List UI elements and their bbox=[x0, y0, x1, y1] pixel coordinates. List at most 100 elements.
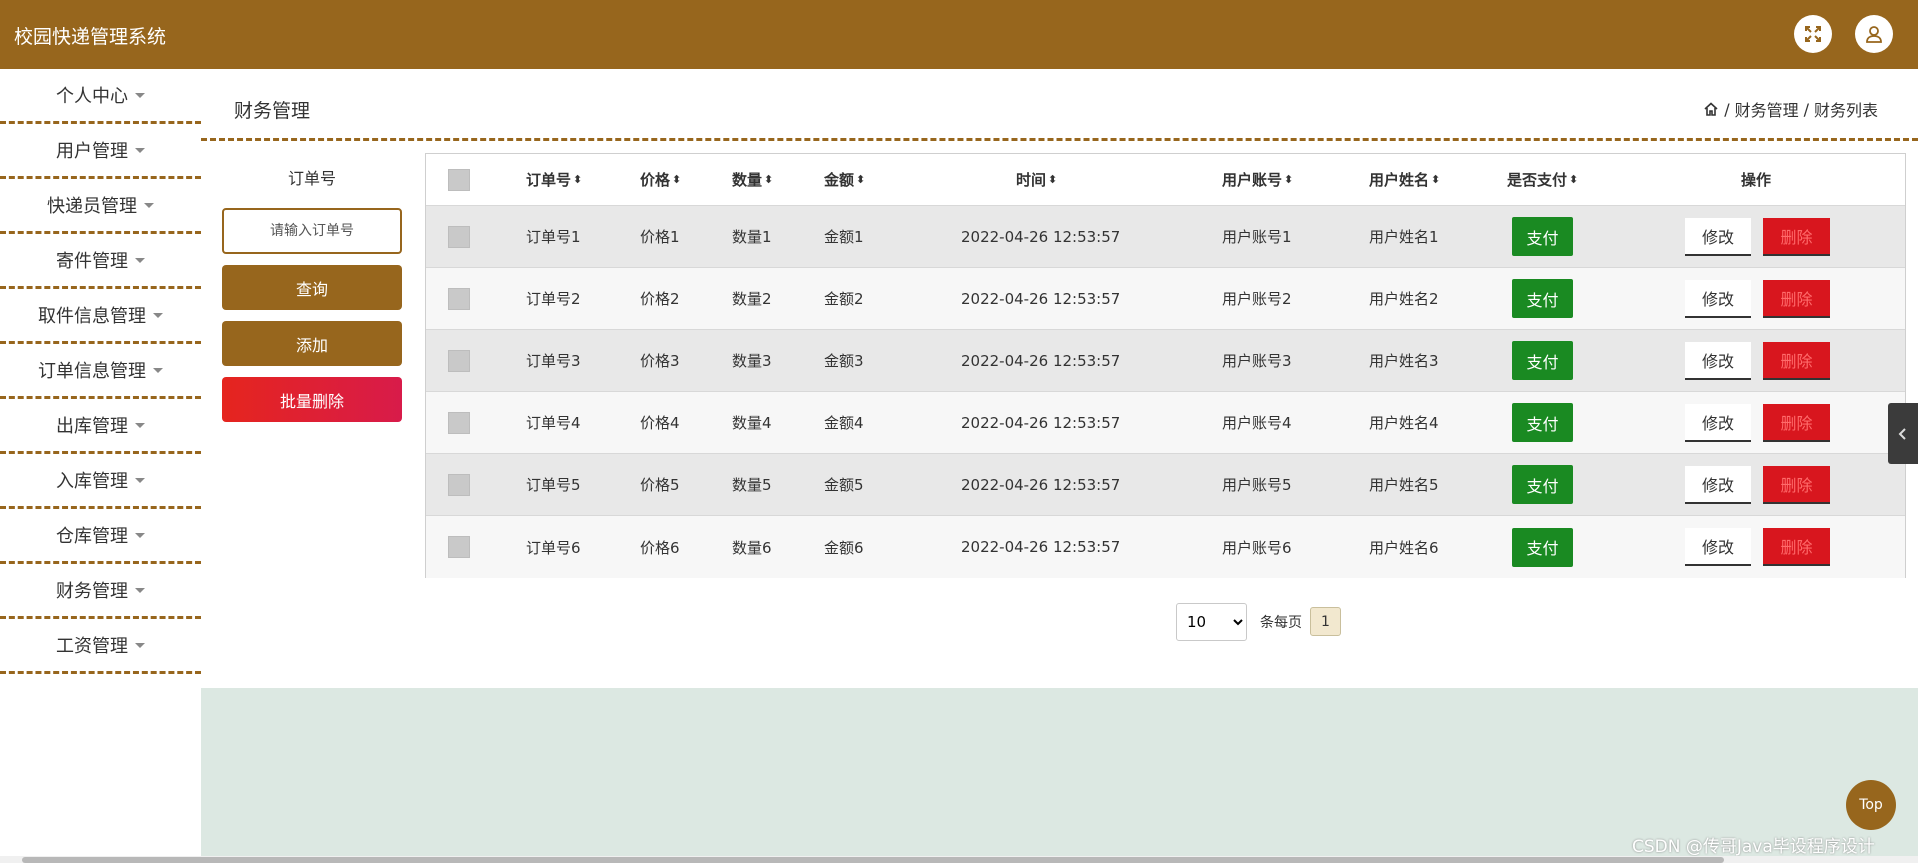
cell-quantity: 数量6 bbox=[732, 538, 772, 557]
cell-order-no: 订单号6 bbox=[526, 538, 581, 557]
delete-button[interactable]: 删除 bbox=[1763, 465, 1830, 504]
row-checkbox[interactable] bbox=[448, 473, 470, 496]
batch-delete-button[interactable]: 批量删除 bbox=[222, 377, 402, 422]
header-label: 时间 bbox=[1016, 171, 1047, 189]
home-icon[interactable] bbox=[1703, 101, 1719, 117]
breadcrumb-item[interactable]: 财务管理 bbox=[1735, 97, 1799, 121]
pay-button[interactable]: 支付 bbox=[1512, 403, 1573, 442]
breadcrumb: / 财务管理 / 财务列表 bbox=[1703, 97, 1878, 121]
delete-button[interactable]: 删除 bbox=[1763, 528, 1830, 566]
delete-button[interactable]: 删除 bbox=[1763, 279, 1830, 318]
fullscreen-button[interactable] bbox=[1794, 15, 1832, 53]
cell-delete: 删除 bbox=[1763, 392, 1830, 453]
row-checkbox[interactable] bbox=[448, 349, 470, 372]
row-checkbox[interactable] bbox=[448, 225, 470, 248]
pay-button[interactable]: 支付 bbox=[1512, 217, 1573, 256]
delete-button[interactable]: 删除 bbox=[1763, 341, 1830, 380]
cell-amount: 金额1 bbox=[824, 228, 864, 246]
table-row: 订单号4 价格4 数量4 金额4 2022-04-26 12:53:57 用户账… bbox=[426, 392, 1905, 454]
sidebar-item-user-management[interactable]: 用户管理 bbox=[0, 124, 201, 179]
row-checkbox[interactable] bbox=[448, 536, 470, 558]
cell-paid: 支付 bbox=[1512, 268, 1573, 329]
sidebar-item-inbound-management[interactable]: 入库管理 bbox=[0, 454, 201, 509]
sidebar-item-courier-management[interactable]: 快递员管理 bbox=[0, 179, 201, 234]
table-row: 订单号5 价格5 数量5 金额5 2022-04-26 12:53:57 用户账… bbox=[426, 454, 1905, 516]
sidebar-item-outbound-management[interactable]: 出库管理 bbox=[0, 399, 201, 454]
sidebar-item-finance-management[interactable]: 财务管理 bbox=[0, 564, 201, 619]
pay-button[interactable]: 支付 bbox=[1512, 341, 1573, 380]
sort-icon: ⬍ bbox=[1431, 173, 1441, 186]
header-quantity[interactable]: 数量 ⬍ bbox=[732, 154, 773, 205]
sidebar-item-label: 取件信息管理 bbox=[38, 306, 146, 327]
page-number-button[interactable]: 1 bbox=[1310, 607, 1341, 636]
sidebar-item-pickup-management[interactable]: 取件信息管理 bbox=[0, 289, 201, 344]
back-to-top-button[interactable]: Top bbox=[1846, 780, 1896, 830]
cell-paid: 支付 bbox=[1512, 206, 1573, 267]
sort-icon: ⬍ bbox=[573, 173, 583, 186]
header-order-no[interactable]: 订单号 ⬍ bbox=[526, 154, 582, 205]
order-number-search-input[interactable] bbox=[222, 208, 402, 254]
row-checkbox-cell bbox=[442, 268, 476, 329]
header-label: 价格 bbox=[640, 171, 671, 189]
cell-account: 用户账号5 bbox=[1222, 476, 1292, 494]
cell-order-no: 订单号1 bbox=[526, 228, 581, 246]
row-checkbox[interactable] bbox=[448, 287, 470, 310]
caret-down-icon bbox=[144, 202, 154, 208]
page-size-select[interactable]: 10 bbox=[1176, 603, 1247, 641]
edit-button[interactable]: 修改 bbox=[1685, 403, 1751, 442]
cell-name: 用户姓名2 bbox=[1369, 290, 1439, 308]
select-all-checkbox[interactable] bbox=[448, 168, 470, 191]
cell-amount: 金额3 bbox=[824, 352, 864, 370]
row-checkbox[interactable] bbox=[448, 411, 470, 434]
pay-button[interactable]: 支付 bbox=[1512, 279, 1573, 318]
finance-table: 订单号 ⬍ 价格 ⬍ 数量 ⬍ 金额 ⬍ 时间 ⬍ 用户账号 ⬍ 用户姓名 ⬍ 是否支付 ⬍ 操… bbox=[425, 153, 1906, 578]
cell-order-no: 订单号3 bbox=[526, 352, 581, 370]
edit-button[interactable]: 修改 bbox=[1685, 465, 1751, 504]
edit-button[interactable]: 修改 bbox=[1685, 528, 1751, 566]
table-header-row: 订单号 ⬍ 价格 ⬍ 数量 ⬍ 金额 ⬍ 时间 ⬍ 用户账号 ⬍ 用户姓名 ⬍ 是否支付 ⬍ 操… bbox=[426, 154, 1905, 206]
cell-order-no: 订单号4 bbox=[526, 414, 581, 432]
sidebar-item-send-management[interactable]: 寄件管理 bbox=[0, 234, 201, 289]
sidebar-item-personal-center[interactable]: 个人中心 bbox=[0, 69, 201, 124]
sidebar-item-label: 财务管理 bbox=[56, 581, 128, 602]
header-price[interactable]: 价格 ⬍ bbox=[640, 154, 681, 205]
cell-paid: 支付 bbox=[1512, 392, 1573, 453]
sidebar-item-warehouse-management[interactable]: 仓库管理 bbox=[0, 509, 201, 564]
pay-button[interactable]: 支付 bbox=[1512, 527, 1573, 567]
user-button[interactable] bbox=[1855, 15, 1893, 53]
sidebar-item-order-management[interactable]: 订单信息管理 bbox=[0, 344, 201, 399]
sort-icon: ⬍ bbox=[764, 173, 774, 186]
cell-quantity: 数量3 bbox=[732, 352, 772, 370]
sidebar-item-label: 个人中心 bbox=[56, 86, 128, 107]
header-name[interactable]: 用户姓名 ⬍ bbox=[1369, 154, 1440, 205]
cell-account: 用户账号3 bbox=[1222, 352, 1292, 370]
table-row: 订单号2 价格2 数量2 金额2 2022-04-26 12:53:57 用户账… bbox=[426, 268, 1905, 330]
header-paid[interactable]: 是否支付 ⬍ bbox=[1507, 154, 1578, 205]
delete-button[interactable]: 删除 bbox=[1763, 217, 1830, 256]
edit-button[interactable]: 修改 bbox=[1685, 279, 1751, 318]
header-time[interactable]: 时间 ⬍ bbox=[1016, 154, 1057, 205]
cell-quantity: 数量1 bbox=[732, 228, 772, 246]
cell-time: 2022-04-26 12:53:57 bbox=[961, 289, 1121, 308]
side-drawer-toggle[interactable] bbox=[1888, 403, 1918, 464]
cell-account: 用户账号4 bbox=[1222, 414, 1292, 432]
edit-button[interactable]: 修改 bbox=[1685, 341, 1751, 380]
table-row: 订单号3 价格3 数量3 金额3 2022-04-26 12:53:57 用户账… bbox=[426, 330, 1905, 392]
add-button[interactable]: 添加 bbox=[222, 321, 402, 366]
query-button[interactable]: 查询 bbox=[222, 265, 402, 310]
sidebar-item-salary-management[interactable]: 工资管理 bbox=[0, 619, 201, 674]
header-account[interactable]: 用户账号 ⬍ bbox=[1222, 154, 1293, 205]
header-actions: 操作 bbox=[1741, 154, 1771, 205]
delete-button[interactable]: 删除 bbox=[1763, 403, 1830, 442]
sidebar-item-label: 订单信息管理 bbox=[38, 361, 146, 382]
header-amount[interactable]: 金额 ⬍ bbox=[824, 154, 865, 205]
cell-price: 价格5 bbox=[640, 476, 680, 494]
caret-down-icon bbox=[153, 312, 163, 318]
search-label: 订单号 bbox=[287, 169, 336, 188]
edit-button[interactable]: 修改 bbox=[1685, 217, 1751, 256]
sidebar-item-label: 用户管理 bbox=[56, 141, 128, 162]
horizontal-scrollbar-thumb[interactable] bbox=[22, 857, 1724, 863]
pay-button[interactable]: 支付 bbox=[1512, 465, 1573, 504]
caret-down-icon bbox=[135, 257, 145, 263]
caret-down-icon bbox=[153, 367, 163, 373]
